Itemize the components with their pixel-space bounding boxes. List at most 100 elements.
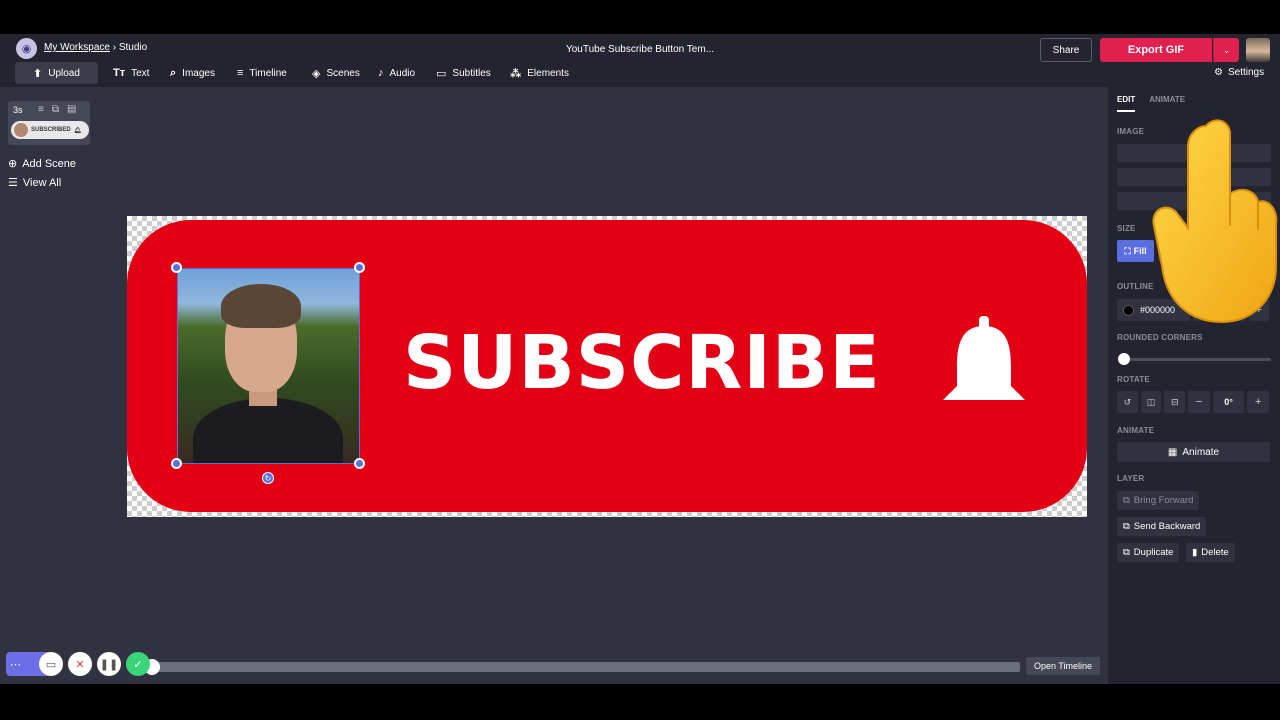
plus-circle-icon: ⊕ [8,158,18,170]
scenes-label: Scenes [326,67,360,79]
duplicate-button[interactable]: ⧉ Duplicate [1117,543,1180,562]
rotate-reset-icon[interactable]: ↺ [1117,391,1138,413]
share-button[interactable]: Share [1040,38,1092,62]
flip-horizontal-icon[interactable]: ◫ [1140,391,1162,413]
add-scene-label: Add Scene [22,157,77,170]
flip-vertical-icon[interactable]: ⊟ [1164,391,1186,413]
upload-label: Upload [48,67,80,79]
rounded-corners-knob[interactable] [1118,353,1130,365]
studio-app: ◉ My Workspace › Studio YouTube Subscrib… [0,34,1280,684]
images-tab[interactable]: ⌕ Images [170,62,215,84]
scenes-tab[interactable]: ◈ Scenes [312,62,360,84]
bring-forward-icon: ⧉ [1123,495,1130,506]
color-swatch [1123,304,1134,316]
copy-icon[interactable]: ⧉ [52,104,59,115]
rounded-corners-label: ROUNDED CORNERS [1117,333,1203,342]
check-icon[interactable]: ✓ [126,652,150,676]
rotate-increase-button[interactable]: + [1247,391,1270,413]
timeline-icon: ≡ [237,67,244,79]
breadcrumb-separator: › [112,42,117,53]
text-tab[interactable]: Tт Text [113,62,149,84]
subtitles-label: Subtitles [452,67,491,79]
text-label: Text [131,67,150,79]
size-section-label: SIZE [1117,224,1136,233]
copy-icon: ⧉ [1123,547,1130,558]
bell-icon: 🔔︎ [73,127,82,134]
layer-section-label: LAYER [1117,474,1145,483]
scene-menu-icon[interactable]: ≡ [38,104,44,115]
trash-icon: ▮ [1192,547,1198,558]
send-backward-label: Send Backward [1133,521,1201,532]
workspace-link[interactable]: My Workspace [44,42,110,53]
add-scene-button[interactable]: ⊕ Add Scene [8,157,90,171]
thumbnail-face [14,123,28,137]
music-note-icon: ♪ [378,67,384,79]
send-backward-icon: ⧉ [1123,521,1130,532]
gear-icon: ⚙ [1214,67,1223,78]
selection-box [177,268,360,464]
elements-tab[interactable]: ⁂ Elements [510,62,569,84]
subscribe-text[interactable]: SUBSCRIBE [403,320,881,406]
close-icon[interactable]: ✕ [68,652,92,676]
timeline-tab[interactable]: ≡ Timeline [237,62,287,84]
upload-icon: ⬆ [33,67,43,80]
scene-actions: ≡ ⧉ ▤ [38,104,76,115]
view-all-button[interactable]: ☰ View All [8,176,90,190]
rotate-value[interactable]: 0° [1212,391,1245,413]
view-all-label: View All [22,176,62,189]
clapperboard-icon: ▦ [1167,446,1178,458]
export-options-chevron-icon[interactable]: ⌄ [1213,38,1239,62]
image-section-label: IMAGE [1117,127,1145,136]
document-title[interactable]: YouTube Subscribe Button Tem... [566,44,714,55]
animate-button[interactable]: ▦ Animate [1117,442,1270,462]
elements-icon: ⁂ [510,67,522,80]
bring-forward-button[interactable]: ⧉ Bring Forward [1117,491,1200,510]
tab-edit[interactable]: EDIT [1117,95,1136,112]
export-gif-button[interactable]: Export GIF [1100,38,1212,62]
user-avatar[interactable] [1246,38,1270,62]
camera-icon[interactable]: ▭ [39,652,63,676]
elements-label: Elements [527,67,569,79]
expand-icon: ⛶ [1124,245,1131,256]
send-backward-button[interactable]: ⧉ Send Backward [1117,517,1207,536]
tab-animate[interactable]: ANIMATE [1149,95,1185,112]
animate-section-label: ANIMATE [1117,426,1155,435]
delete-label: Delete [1201,547,1229,558]
editor-canvas[interactable]: SUBSCRIBE ↻ [127,216,1087,517]
upload-tab[interactable]: ⬆ Upload [15,62,98,84]
subtitles-tab[interactable]: ▭ Subtitles [436,62,491,84]
trash-icon[interactable]: ▤ [67,104,76,115]
timeline-scrubber[interactable] [148,662,1020,672]
audio-tab[interactable]: ♪ Audio [378,62,415,84]
rounded-corners-slider[interactable] [1120,358,1271,361]
rotate-handle-icon[interactable]: ↻ [262,472,274,484]
bell-icon[interactable] [941,316,1027,404]
list-icon: ☰ [8,177,18,189]
recorder-controls: ⋯ ▭ ✕ ❚❚ ✓ [6,652,150,676]
animate-label: Animate [1182,446,1220,458]
top-bar: ◉ My Workspace › Studio YouTube Subscrib… [0,34,1280,87]
pointing-hand-icon [1152,119,1278,324]
main-toolbar: ⬆ Upload Tт Text ⌕ Images ≡ Timeline ◈ S… [0,62,1280,87]
settings-button[interactable]: ⚙ Settings [1214,67,1264,78]
resize-handle-bottom-right[interactable] [354,458,365,469]
resize-handle-top-left[interactable] [171,262,182,273]
workspace-avatar-icon[interactable]: ◉ [16,38,37,59]
delete-button[interactable]: ▮ Delete [1186,543,1235,562]
pause-icon[interactable]: ❚❚ [97,652,121,676]
breadcrumb-studio: Studio [118,42,148,53]
audio-label: Audio [389,67,416,79]
breadcrumb: My Workspace › Studio [44,42,147,53]
rotate-decrease-button[interactable]: − [1188,391,1210,413]
scene-thumbnail[interactable]: SUBSCRIBED 🔔︎ [11,121,89,139]
rotate-section-label: ROTATE [1117,375,1150,384]
scene-card[interactable]: 3s ≡ ⧉ ▤ SUBSCRIBED 🔔︎ [8,101,90,145]
search-icon: ⌕ [170,66,177,79]
scene-duration[interactable]: 3s [13,105,23,115]
layers-icon: ◈ [312,67,321,80]
resize-handle-bottom-left[interactable] [171,458,182,469]
duplicate-label: Duplicate [1133,547,1174,558]
open-timeline-button[interactable]: Open Timeline [1026,657,1100,675]
resize-handle-top-right[interactable] [354,262,365,273]
text-icon: Tт [113,67,126,79]
